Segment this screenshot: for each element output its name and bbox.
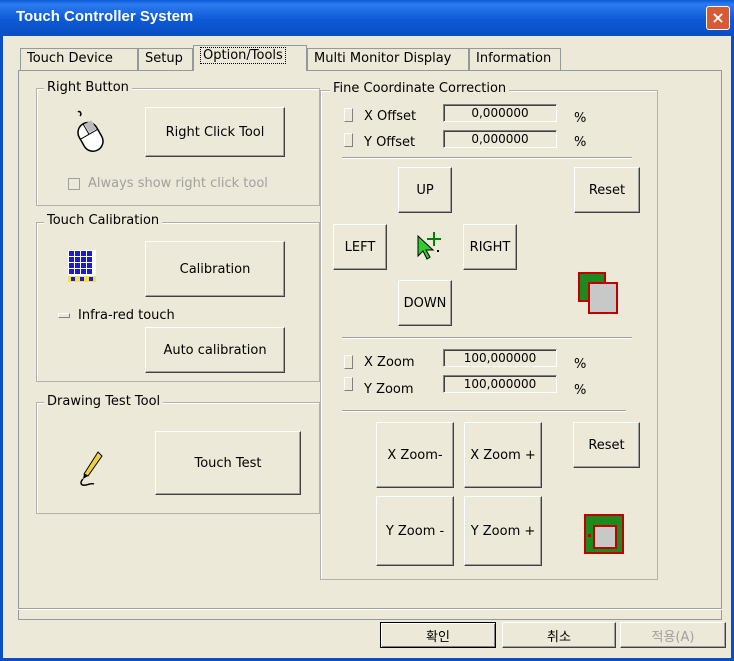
apply-button[interactable]: 적용(A): [620, 622, 726, 648]
x-offset-radio[interactable]: [344, 108, 353, 122]
offset-preview-icon: [578, 272, 618, 314]
reset-offset-button[interactable]: Reset: [574, 167, 640, 213]
x-zoom-plus-button[interactable]: X Zoom +: [464, 422, 542, 488]
y-zoom-plus-button[interactable]: Y Zoom +: [464, 496, 542, 566]
cancel-button[interactable]: 취소: [502, 622, 616, 648]
cursor-move-icon: [412, 230, 444, 262]
x-offset-label: X Offset: [364, 109, 417, 124]
tab-multi-monitor[interactable]: Multi Monitor Display: [307, 48, 469, 70]
tab-option-tools-label: Option/Tools: [200, 47, 286, 64]
up-button[interactable]: UP: [398, 167, 452, 213]
x-zoom-radio[interactable]: [344, 355, 353, 369]
right-button[interactable]: RIGHT: [463, 224, 517, 270]
zoom-separator-bottom: [342, 410, 626, 412]
always-show-checkbox[interactable]: [68, 178, 80, 190]
left-button[interactable]: LEFT: [333, 224, 387, 270]
down-button[interactable]: DOWN: [398, 280, 452, 326]
zoom-separator-top: [342, 337, 632, 339]
right-click-tool-button[interactable]: Right Click Tool: [145, 107, 285, 157]
ok-button[interactable]: 확인: [380, 622, 496, 648]
x-zoom-label: X Zoom: [364, 355, 415, 370]
reset-zoom-button[interactable]: Reset: [573, 422, 640, 468]
right-button-group-label: Right Button: [44, 80, 132, 95]
tab-setup[interactable]: Setup: [138, 48, 193, 70]
mouse-icon: [70, 108, 106, 154]
always-show-label: Always show right click tool: [88, 176, 268, 191]
pen-icon: [78, 448, 106, 488]
y-zoom-field[interactable]: 100,000000: [443, 375, 557, 393]
tab-information[interactable]: Information: [469, 48, 561, 70]
footer-separator: [18, 608, 722, 610]
drawing-test-group-label: Drawing Test Tool: [44, 394, 164, 409]
offset-separator: [342, 157, 632, 159]
window-title: Touch Controller System: [16, 8, 194, 25]
y-zoom-label: Y Zoom: [364, 382, 414, 397]
y-offset-label: Y Offset: [364, 135, 416, 150]
x-offset-field[interactable]: 0,000000: [443, 104, 557, 122]
tab-option-tools[interactable]: Option/Tools: [193, 45, 307, 71]
infrared-label: Infra-red touch: [78, 308, 175, 323]
x-zoom-unit: %: [574, 357, 587, 372]
calibration-grid-icon: [68, 250, 96, 282]
y-zoom-radio[interactable]: [344, 377, 353, 391]
y-offset-radio[interactable]: [344, 133, 353, 147]
auto-calibration-button[interactable]: Auto calibration: [145, 327, 285, 373]
y-offset-unit: %: [574, 135, 587, 150]
tab-touch-device[interactable]: Touch Device: [20, 48, 138, 70]
infrared-toggle[interactable]: [58, 313, 70, 318]
x-offset-unit: %: [574, 111, 587, 126]
touch-test-button[interactable]: Touch Test: [155, 431, 301, 495]
close-button[interactable]: ×: [706, 6, 730, 30]
y-zoom-unit: %: [574, 383, 587, 398]
zoom-preview-icon: [584, 514, 624, 554]
y-zoom-minus-button[interactable]: Y Zoom -: [376, 496, 454, 566]
touch-calibration-group-label: Touch Calibration: [44, 213, 163, 228]
calibration-button[interactable]: Calibration: [145, 241, 285, 297]
y-offset-field[interactable]: 0,000000: [443, 130, 557, 148]
fine-correction-group-label: Fine Coordinate Correction: [330, 81, 510, 96]
x-zoom-minus-button[interactable]: X Zoom-: [376, 422, 454, 488]
x-zoom-field[interactable]: 100,000000: [443, 349, 557, 367]
